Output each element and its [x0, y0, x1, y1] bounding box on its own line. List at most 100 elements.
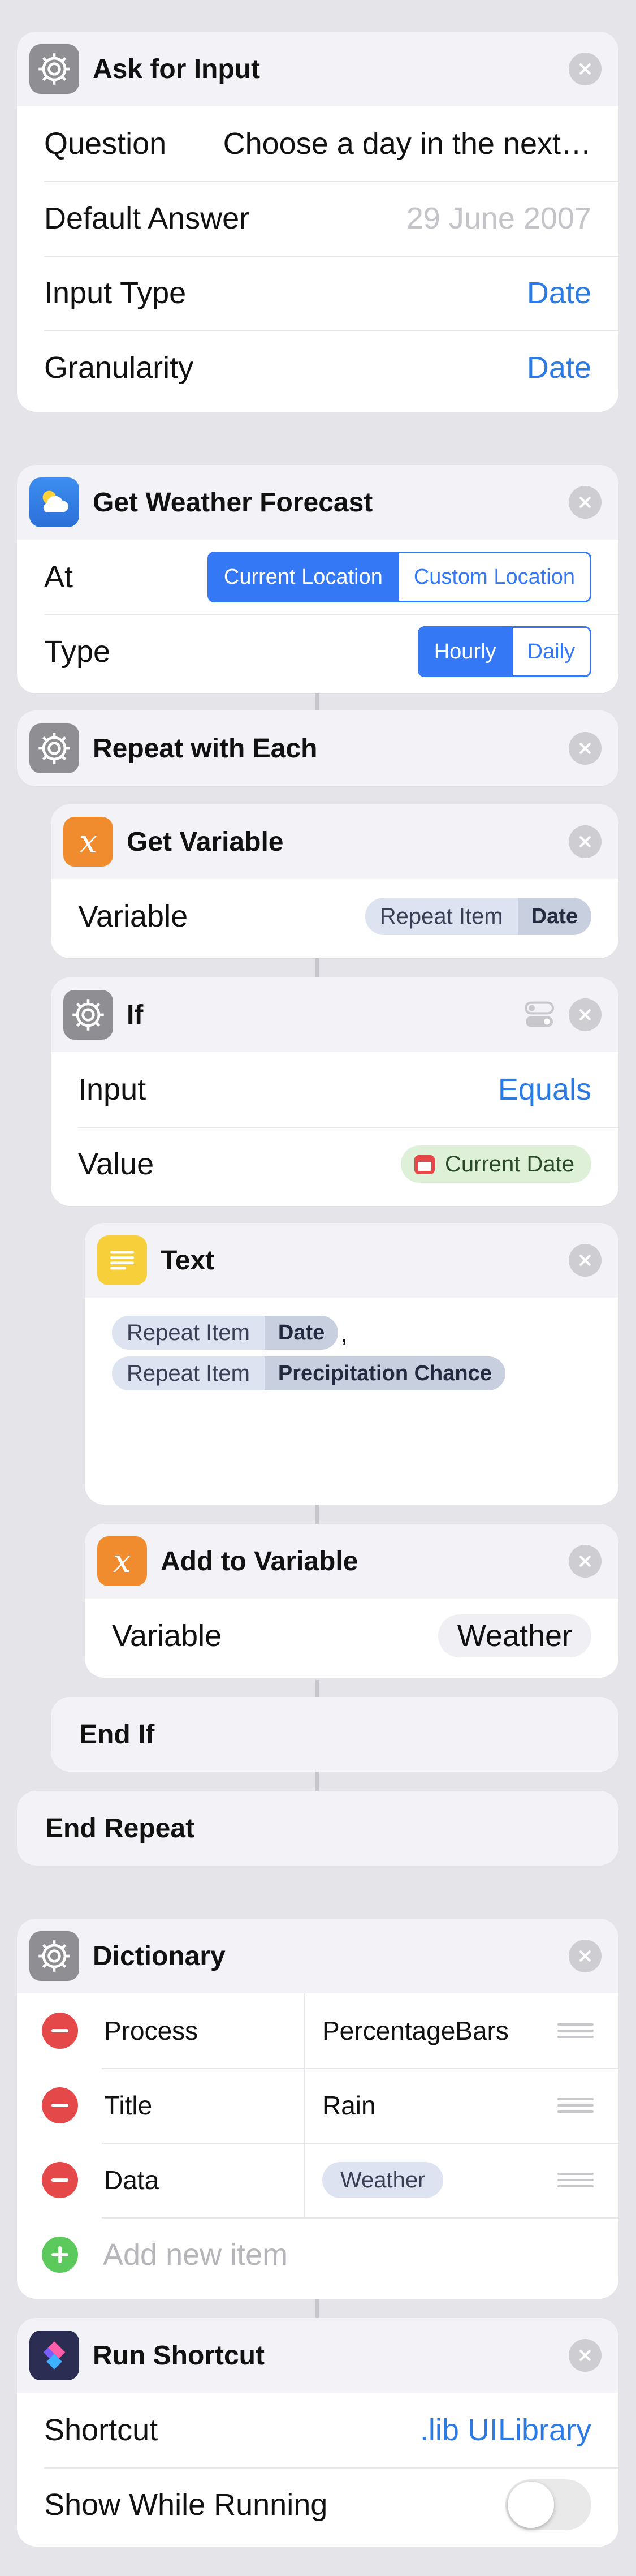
action-header: x Add to Variable — [85, 1524, 618, 1599]
token-property[interactable]: Date — [264, 1316, 339, 1350]
add-to-variable-action[interactable]: x Add to Variable Variable Weather — [85, 1524, 618, 1678]
if-action[interactable]: If Input Equals Value Current Date — [51, 977, 618, 1206]
forecast-type-segmented-control[interactable]: Hourly Daily — [417, 626, 591, 677]
action-header: End If — [51, 1697, 618, 1772]
row-label: Default Answer — [44, 201, 250, 235]
weather-forecast-action[interactable]: Get Weather Forecast At Current Location… — [17, 465, 618, 693]
item-value[interactable]: PercentageBars — [305, 2015, 557, 2046]
variable-token[interactable]: Weather — [322, 2162, 444, 2198]
add-item-row[interactable]: Add new item — [17, 2217, 618, 2292]
close-icon — [579, 1556, 591, 1567]
granularity-row[interactable]: Granularity Date — [17, 330, 618, 405]
segment-daily[interactable]: Daily — [510, 628, 590, 675]
variable-token[interactable]: Repeat Item Precipitation Chance — [112, 1356, 505, 1390]
row-label: Variable — [112, 1619, 222, 1653]
action-title: Ask for Input — [93, 54, 260, 84]
remove-action-button[interactable] — [569, 2339, 602, 2372]
close-icon — [579, 743, 591, 754]
token-property[interactable]: Date — [517, 898, 591, 935]
get-variable-action[interactable]: x Get Variable Variable Repeat Item Date — [51, 804, 618, 958]
run-shortcut-action[interactable]: Run Shortcut Shortcut .lib UILibrary Sho… — [17, 2318, 618, 2547]
text-line: Repeat Item Date , — [112, 1316, 591, 1350]
dictionary-item: Process PercentageBars — [17, 1993, 618, 2068]
ask-for-input-action[interactable]: Ask for Input Question Choose a day in t… — [17, 32, 618, 412]
remove-action-button[interactable] — [569, 825, 602, 858]
question-field[interactable]: Choose a day in the next… — [223, 126, 591, 161]
variable-token[interactable]: Repeat Item Date — [365, 898, 591, 935]
gear-icon — [29, 44, 79, 94]
remove-action-button[interactable] — [569, 1244, 602, 1277]
remove-action-button[interactable] — [569, 486, 602, 519]
action-title: Get Weather Forecast — [93, 487, 373, 518]
action-title: If — [127, 1000, 144, 1030]
text-separator: , — [340, 1318, 348, 1347]
add-item-label[interactable]: Add new item — [103, 2237, 288, 2272]
remove-action-button[interactable] — [569, 53, 602, 85]
close-icon — [579, 63, 591, 75]
token-label: Current Date — [445, 1151, 574, 1177]
reorder-handle-icon[interactable] — [557, 2023, 594, 2038]
add-item-button[interactable] — [42, 2237, 78, 2273]
text-action[interactable]: Text Repeat Item Date , Repeat Item Prec… — [85, 1223, 618, 1505]
item-key[interactable]: Title — [78, 2068, 304, 2143]
dictionary-action[interactable]: Dictionary Process PercentageBars Title … — [17, 1919, 618, 2299]
value-row: Value Current Date — [51, 1127, 618, 1201]
token-name: Repeat Item — [127, 1360, 250, 1386]
current-date-token[interactable]: Current Date — [401, 1145, 591, 1183]
segment-hourly[interactable]: Hourly — [419, 628, 511, 675]
type-row: Type Hourly Daily — [17, 614, 618, 689]
flow-connector — [315, 1505, 319, 1524]
text-line: Repeat Item Precipitation Chance — [112, 1356, 591, 1390]
default-answer-row[interactable]: Default Answer 29 June 2007 — [17, 181, 618, 256]
delete-item-button[interactable] — [42, 2087, 78, 2123]
flow-connector — [315, 1771, 319, 1791]
location-segmented-control[interactable]: Current Location Custom Location — [207, 552, 591, 602]
repeat-with-each-action[interactable]: Repeat with Each — [17, 710, 618, 786]
reorder-handle-icon[interactable] — [557, 2098, 594, 2113]
delete-item-button[interactable] — [42, 2013, 78, 2049]
close-icon — [579, 1950, 591, 1962]
action-header: End Repeat — [17, 1791, 618, 1866]
token-name: Repeat Item — [127, 1320, 250, 1345]
delete-item-button[interactable] — [42, 2162, 78, 2198]
input-type-row[interactable]: Input Type Date — [17, 256, 618, 330]
remove-action-button[interactable] — [569, 1940, 602, 1972]
segment-current-location[interactable]: Current Location — [209, 553, 397, 601]
remove-action-button[interactable] — [569, 1545, 602, 1578]
token-property[interactable]: Precipitation Chance — [264, 1356, 505, 1390]
row-label: At — [44, 560, 73, 594]
shortcuts-icon — [29, 2331, 79, 2380]
dictionary-item: Title Rain — [17, 2068, 618, 2143]
variable-row: Variable Weather — [85, 1599, 618, 1673]
row-label: Input — [78, 1072, 146, 1106]
variable-name-token[interactable]: Weather — [438, 1614, 591, 1657]
item-value[interactable]: Rain — [305, 2090, 557, 2121]
default-answer-field[interactable]: 29 June 2007 — [406, 201, 591, 236]
reorder-handle-icon[interactable] — [557, 2173, 594, 2187]
show-while-running-row: Show While Running — [17, 2467, 618, 2542]
end-if-action[interactable]: End If — [51, 1697, 618, 1772]
text-editor[interactable]: Repeat Item Date , Repeat Item Precipita… — [85, 1298, 618, 1496]
item-key[interactable]: Process — [78, 1993, 304, 2068]
question-row[interactable]: Question Choose a day in the next… — [17, 106, 618, 181]
gear-icon — [29, 723, 79, 773]
toggle-icon[interactable] — [521, 997, 557, 1036]
action-title: Dictionary — [93, 1941, 226, 1971]
dictionary-item: Data Weather — [17, 2143, 618, 2217]
segment-custom-location[interactable]: Custom Location — [397, 553, 590, 601]
remove-action-button[interactable] — [569, 998, 602, 1031]
end-repeat-action[interactable]: End Repeat — [17, 1791, 618, 1866]
condition-picker[interactable]: Equals — [498, 1072, 591, 1107]
shortcut-picker[interactable]: .lib UILibrary — [420, 2413, 591, 2448]
variable-token[interactable]: Repeat Item Date — [112, 1316, 339, 1350]
show-while-running-toggle[interactable] — [505, 2479, 591, 2530]
input-row: Input Equals — [51, 1052, 618, 1127]
close-icon — [579, 836, 591, 847]
remove-action-button[interactable] — [569, 732, 602, 765]
action-header: Dictionary — [17, 1919, 618, 1993]
text-icon — [97, 1235, 147, 1285]
action-title: Get Variable — [127, 826, 284, 857]
granularity-picker[interactable]: Date — [527, 350, 591, 385]
input-type-picker[interactable]: Date — [527, 275, 591, 311]
item-key[interactable]: Data — [78, 2143, 304, 2217]
